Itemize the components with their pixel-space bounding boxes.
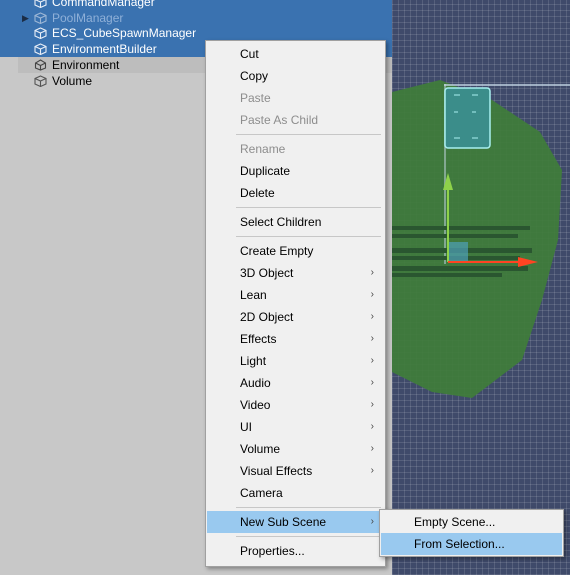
menu-item-2d-object[interactable]: 2D Object › xyxy=(207,306,384,328)
submenu-arrow-icon: › xyxy=(370,267,374,278)
gameobject-icon xyxy=(34,27,47,39)
menu-separator xyxy=(236,236,381,237)
submenu-arrow-icon: › xyxy=(370,355,374,366)
hierarchy-item-label: Environment xyxy=(52,58,120,72)
menu-item-cut[interactable]: Cut xyxy=(207,43,384,65)
menu-item-from-selection[interactable]: From Selection... xyxy=(381,533,562,555)
menu-item-effects[interactable]: Effects › xyxy=(207,328,384,350)
scene-view-canvas xyxy=(392,80,570,398)
expand-arrow-icon[interactable]: ▶ xyxy=(22,10,32,26)
hierarchy-item-label: PoolManager xyxy=(52,11,124,25)
hierarchy-item-label: ECS_CubeSpawnManager xyxy=(52,26,197,40)
gameobject-icon xyxy=(34,75,47,87)
menu-item-volume[interactable]: Volume › xyxy=(207,438,384,460)
menu-item-new-sub-scene[interactable]: New Sub Scene › xyxy=(207,511,384,533)
submenu-arrow-icon: › xyxy=(370,289,374,300)
menu-item-rename[interactable]: Rename xyxy=(207,138,384,160)
menu-item-delete[interactable]: Delete xyxy=(207,182,384,204)
menu-item-empty-scene[interactable]: Empty Scene... xyxy=(381,511,562,533)
submenu-arrow-icon: › xyxy=(370,399,374,410)
submenu-arrow-icon: › xyxy=(370,443,374,454)
hierarchy-item-label: CommandManager xyxy=(52,0,155,9)
menu-item-lean[interactable]: Lean › xyxy=(207,284,384,306)
menu-separator xyxy=(236,207,381,208)
hierarchy-item-label: Volume xyxy=(52,74,93,88)
gameobject-icon xyxy=(34,0,47,8)
submenu-arrow-icon: › xyxy=(370,421,374,432)
camera-gizmo xyxy=(444,87,491,149)
unity-logo-icon xyxy=(34,59,47,71)
submenu-arrow-icon: › xyxy=(370,333,374,344)
menu-item-properties[interactable]: Properties... xyxy=(207,540,384,562)
submenu-arrow-icon: › xyxy=(370,465,374,476)
hierarchy-item-label: EnvironmentBuilder xyxy=(52,42,157,56)
hierarchy-item-ecs-cubespawnmanager[interactable]: ECS_CubeSpawnManager xyxy=(0,25,392,41)
menu-item-create-empty[interactable]: Create Empty xyxy=(207,240,384,262)
menu-item-video[interactable]: Video › xyxy=(207,394,384,416)
scene-view[interactable] xyxy=(392,0,570,575)
context-menu: Cut Copy Paste Paste As Child Rename Dup… xyxy=(205,40,386,567)
menu-separator xyxy=(236,536,381,537)
gameobject-icon xyxy=(34,43,47,55)
submenu-arrow-icon: › xyxy=(370,516,374,527)
menu-item-paste[interactable]: Paste xyxy=(207,87,384,109)
menu-item-audio[interactable]: Audio › xyxy=(207,372,384,394)
menu-separator xyxy=(236,134,381,135)
submenu-arrow-icon: › xyxy=(370,311,374,322)
menu-item-ui[interactable]: UI › xyxy=(207,416,384,438)
menu-item-copy[interactable]: Copy xyxy=(207,65,384,87)
menu-item-duplicate[interactable]: Duplicate xyxy=(207,160,384,182)
new-sub-scene-submenu: Empty Scene... From Selection... xyxy=(379,509,564,557)
menu-item-camera[interactable]: Camera xyxy=(207,482,384,504)
menu-item-3d-object[interactable]: 3D Object › xyxy=(207,262,384,284)
menu-separator xyxy=(236,507,381,508)
selection-bounds xyxy=(444,84,570,86)
menu-item-visual-effects[interactable]: Visual Effects › xyxy=(207,460,384,482)
hierarchy-item-poolmanager[interactable]: ▶ PoolManager xyxy=(0,10,392,26)
menu-item-light[interactable]: Light › xyxy=(207,350,384,372)
menu-item-paste-as-child[interactable]: Paste As Child xyxy=(207,109,384,131)
menu-item-select-children[interactable]: Select Children xyxy=(207,211,384,233)
hierarchy-item-commandmanager[interactable]: CommandManager xyxy=(0,0,392,10)
selected-cube xyxy=(448,242,468,262)
submenu-arrow-icon: › xyxy=(370,377,374,388)
gameobject-icon xyxy=(34,12,47,24)
